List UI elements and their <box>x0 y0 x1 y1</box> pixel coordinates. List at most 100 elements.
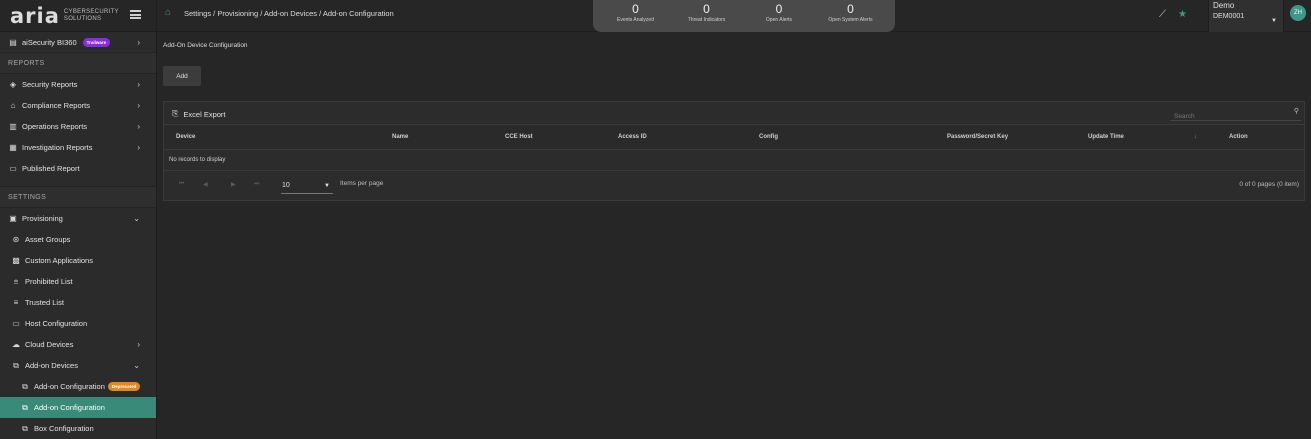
caret-down-icon: ▼ <box>324 183 330 189</box>
sidebar-item-addon-configuration-deprecated[interactable]: ⧉ Add-on Configuration Deprecated <box>0 376 156 397</box>
stat-threat-indicators[interactable]: 0 Threat Indicators <box>678 0 735 32</box>
sidebar-item-asset-groups[interactable]: ⊛ Asset Groups <box>0 229 156 250</box>
chevron-right-icon: › <box>137 101 140 110</box>
sidebar-item-label: Cloud Devices <box>25 340 74 349</box>
sidebar-item-label: Box Configuration <box>34 424 94 433</box>
page-info: 0 of 0 pages (0 item) <box>1239 181 1299 188</box>
sidebar-item-custom-applications[interactable]: ▩ Custom Applications <box>0 250 156 271</box>
column-header-password-secret-key[interactable]: Password/Secret Key <box>947 134 1008 140</box>
sidebar-item-provisioning[interactable]: ▣ Provisioning ⌄ <box>0 208 156 229</box>
next-page-icon[interactable]: ▶ <box>231 181 236 188</box>
sidebar-item-operations-reports[interactable]: ▥ Operations Reports › <box>0 116 156 137</box>
sidebar-item-addon-configuration[interactable]: ⧉ Add-on Configuration <box>0 397 156 418</box>
sidebar-item-label: Operations Reports <box>22 122 88 131</box>
app-root: aria CYBERSECURITY SOLUTIONS ▤ aiSecurit… <box>0 0 1311 439</box>
stat-label: Open System Alerts <box>828 17 873 23</box>
sidebar-item-aisecurity-bi360[interactable]: ▤ aiSecurity BI360 Trailware › <box>0 32 156 52</box>
breadcrumb-text: Settings / Provisioning / Add-on Devices… <box>184 8 394 18</box>
stat-label: Open Alerts <box>765 17 793 23</box>
sidebar-item-published-report[interactable]: ▭ Published Report <box>0 158 156 179</box>
empty-state-text: No records to display <box>164 150 1304 171</box>
tenant-selector[interactable]: Demo DEM0001 ▼ <box>1208 0 1284 32</box>
sidebar-item-addon-devices[interactable]: ⧉ Add-on Devices ⌄ <box>0 355 156 376</box>
table-header: Device Name CCE Host Access ID Config Pa… <box>164 125 1304 150</box>
column-header-device[interactable]: Device <box>176 134 195 140</box>
sidebar-item-label: Prohibited List <box>25 277 73 286</box>
chevron-right-icon: › <box>137 340 140 349</box>
stat-value: 0 <box>847 2 854 16</box>
sidebar-item-cloud-devices[interactable]: ☁ Cloud Devices › <box>0 334 156 355</box>
sidebar-item-label: Custom Applications <box>25 256 93 265</box>
sidebar-item-label: Trusted List <box>25 298 64 307</box>
caret-down-icon: ▼ <box>1271 18 1277 24</box>
avatar[interactable]: ZH <box>1290 5 1306 21</box>
addon-device-icon: ⧉ <box>22 423 28 433</box>
menu-toggle-icon[interactable] <box>130 10 141 19</box>
column-header-update-time[interactable]: Update Time <box>1088 134 1124 140</box>
excel-export-button[interactable]: ⎘ Excel Export <box>172 109 226 119</box>
sidebar-item-label: Add-on Devices <box>25 361 78 370</box>
brand-logo: aria <box>10 3 60 28</box>
trailware-badge: Trailware <box>82 37 111 47</box>
pager: ⏮ ◀ ▶ ⏭ 10 ▼ Items per page 0 of 0 pages… <box>164 171 1304 200</box>
stat-open-system-alerts[interactable]: 0 Open System Alerts <box>823 0 878 32</box>
data-grid: ⎘ Excel Export ⚲ Device Name CCE Host Ac… <box>163 101 1305 201</box>
list-check-icon: ≡ <box>13 298 19 307</box>
stat-open-alerts[interactable]: 0 Open Alerts <box>735 0 823 32</box>
last-page-icon[interactable]: ⏭ <box>254 181 259 188</box>
sidebar-item-label: Investigation Reports <box>22 143 93 152</box>
trend-icon[interactable]: ⟋ <box>1159 9 1166 20</box>
column-header-config[interactable]: Config <box>759 134 778 140</box>
first-page-icon[interactable]: ⏮ <box>179 181 184 188</box>
stat-label: Events Analyzed <box>617 17 654 23</box>
search-icon[interactable]: ⚲ <box>1294 107 1299 115</box>
sidebar-item-trusted-list[interactable]: ≡ Trusted List <box>0 292 156 313</box>
grid-toolbar: ⎘ Excel Export ⚲ <box>164 102 1304 125</box>
laptop-icon: ▭ <box>12 319 20 328</box>
sidebar-item-host-configuration[interactable]: ▭ Host Configuration <box>0 313 156 334</box>
laptop-icon: ▭ <box>9 164 17 173</box>
sidebar-item-compliance-reports[interactable]: ⌂ Compliance Reports › <box>0 95 156 116</box>
brand-subtitle: CYBERSECURITY SOLUTIONS <box>64 9 119 23</box>
section-label-reports: REPORTS <box>0 52 156 74</box>
sidebar-item-investigation-reports[interactable]: ▦ Investigation Reports › <box>0 137 156 158</box>
sidebar-item-label: Published Report <box>22 164 80 173</box>
section-label-settings: SETTINGS <box>0 186 156 208</box>
institution-icon: ⌂ <box>10 101 16 110</box>
sidebar-item-label: Provisioning <box>22 214 63 223</box>
stat-value: 0 <box>703 2 710 16</box>
sidebar-item-label: Add-on Configuration <box>34 403 105 412</box>
chevron-right-icon: › <box>137 143 140 152</box>
provisioning-icon: ▣ <box>9 214 17 223</box>
chevron-down-icon: ⌄ <box>133 214 140 223</box>
search-input[interactable] <box>1170 109 1282 124</box>
brand-sub-2: SOLUTIONS <box>63 15 102 22</box>
column-header-cce-host[interactable]: CCE Host <box>505 134 533 140</box>
stat-events-analyzed[interactable]: 0 Events Analyzed <box>593 0 678 32</box>
chevron-right-icon: › <box>137 122 140 131</box>
sidebar-item-box-configuration[interactable]: ⧉ Box Configuration <box>0 418 156 439</box>
sort-desc-icon[interactable]: ↓ <box>1194 134 1197 140</box>
column-header-name[interactable]: Name <box>392 134 408 140</box>
column-header-access-id[interactable]: Access ID <box>618 134 647 140</box>
sidebar-item-label: aiSecurity BI360 <box>22 37 77 47</box>
add-button[interactable]: Add <box>163 66 201 86</box>
sidebar-item-security-reports[interactable]: ◈ Security Reports › <box>0 74 156 95</box>
page-size-select[interactable]: 10 ▼ <box>281 178 333 194</box>
top-bar: ⌂ Settings / Provisioning / Add-on Devic… <box>157 0 1311 32</box>
addon-device-icon: ⧉ <box>13 360 19 370</box>
prev-page-icon[interactable]: ◀ <box>203 181 208 188</box>
stat-value: 0 <box>632 2 639 16</box>
sidebar-item-label: Security Reports <box>22 80 78 89</box>
top-actions: ⟋ ★ <box>1159 9 1187 20</box>
sidebar-item-label: Asset Groups <box>25 235 71 244</box>
stats-panel: 0 Events Analyzed 0 Threat Indicators 0 … <box>593 0 895 32</box>
page-title: Add-On Device Configuration <box>163 42 248 49</box>
sidebar-item-prohibited-list[interactable]: ⩧ Prohibited List <box>0 271 156 292</box>
star-icon[interactable]: ★ <box>1178 9 1187 20</box>
home-icon[interactable]: ⌂ <box>165 8 175 18</box>
sidebar-item-label: Compliance Reports <box>22 101 90 110</box>
tenant-name: Demo <box>1213 1 1235 10</box>
chevron-right-icon: › <box>137 80 140 89</box>
deprecated-badge: Deprecated <box>107 382 141 391</box>
